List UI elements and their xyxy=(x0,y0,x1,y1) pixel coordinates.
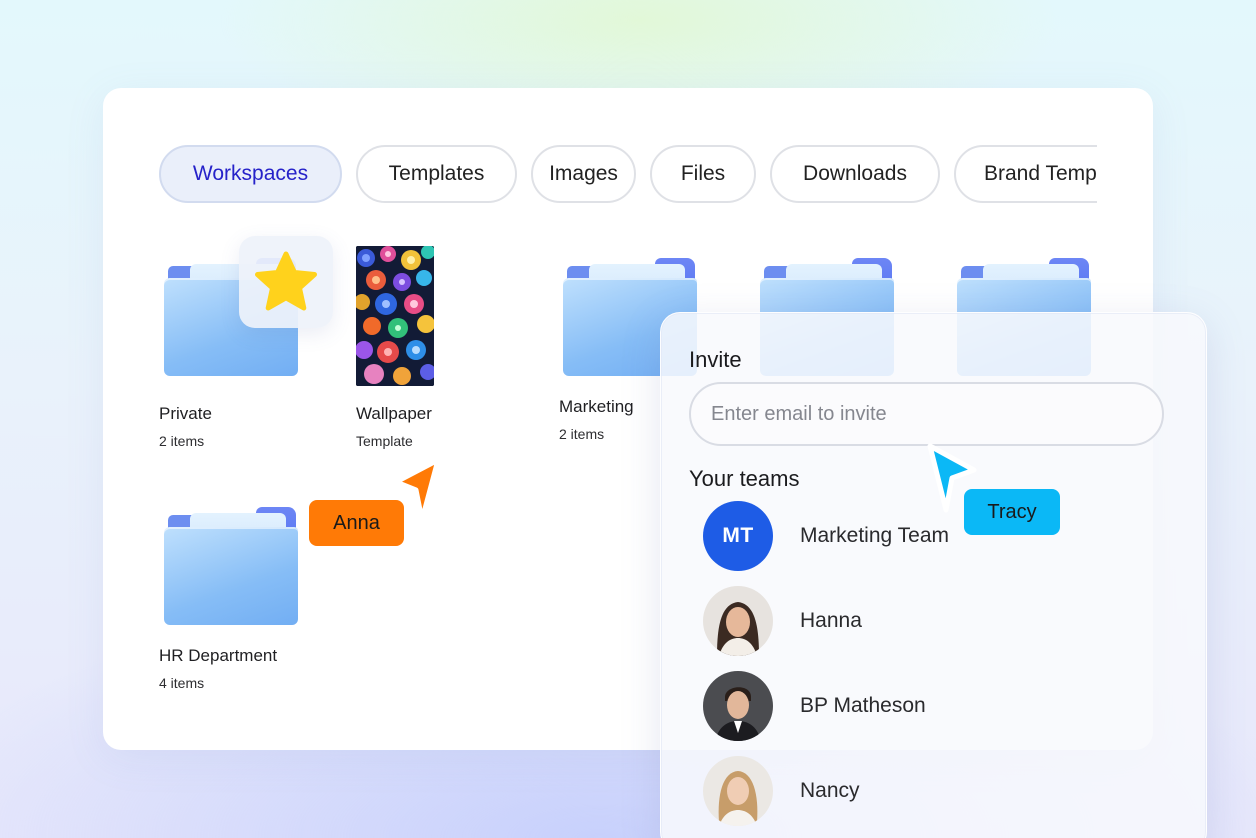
folder-name: Marketing xyxy=(559,397,634,416)
folder-count: 2 items xyxy=(159,433,205,449)
invite-title: Invite xyxy=(689,347,742,372)
member-item-hanna[interactable]: Hanna xyxy=(703,586,1163,656)
cursor-label-tracy: Tracy xyxy=(964,489,1060,535)
invite-panel: Invite Your teams MT Marketing Team Hann… xyxy=(660,312,1207,838)
tab-workspaces[interactable]: Workspaces xyxy=(159,145,342,203)
folder-name: Private xyxy=(159,404,212,423)
member-name: BP Matheson xyxy=(800,694,926,717)
member-name: Hanna xyxy=(800,609,862,632)
cursor-label-anna: Anna xyxy=(309,500,404,546)
teams-title: Your teams xyxy=(689,466,800,491)
folder-count: 2 items xyxy=(559,426,605,442)
tab-bar: Workspaces Templates Images Files Downlo… xyxy=(159,145,1097,205)
tab-files[interactable]: Files xyxy=(650,145,756,203)
avatar xyxy=(703,586,773,656)
template-type: Template xyxy=(356,433,413,449)
avatar: MT xyxy=(703,501,773,571)
invite-email-input[interactable] xyxy=(689,382,1164,446)
tab-templates[interactable]: Templates xyxy=(356,145,517,203)
team-name: Marketing Team xyxy=(800,524,950,547)
folder-icon xyxy=(164,507,298,625)
member-item-bp-matheson[interactable]: BP Matheson xyxy=(703,671,1163,741)
tab-downloads[interactable]: Downloads xyxy=(770,145,940,203)
member-name: Nancy xyxy=(800,779,860,802)
avatar xyxy=(703,756,773,826)
avatar xyxy=(703,671,773,741)
template-name: Wallpaper xyxy=(356,404,432,423)
wallpaper-thumbnail xyxy=(356,246,434,386)
tab-images[interactable]: Images xyxy=(531,145,636,203)
member-item-nancy[interactable]: Nancy xyxy=(703,756,1163,826)
folder-count: 4 items xyxy=(159,675,205,691)
star-icon xyxy=(255,251,317,311)
favorite-badge[interactable] xyxy=(239,236,333,328)
folder-name: HR Department xyxy=(159,646,278,665)
tab-brand-templates[interactable]: Brand Templates xyxy=(954,145,1097,203)
